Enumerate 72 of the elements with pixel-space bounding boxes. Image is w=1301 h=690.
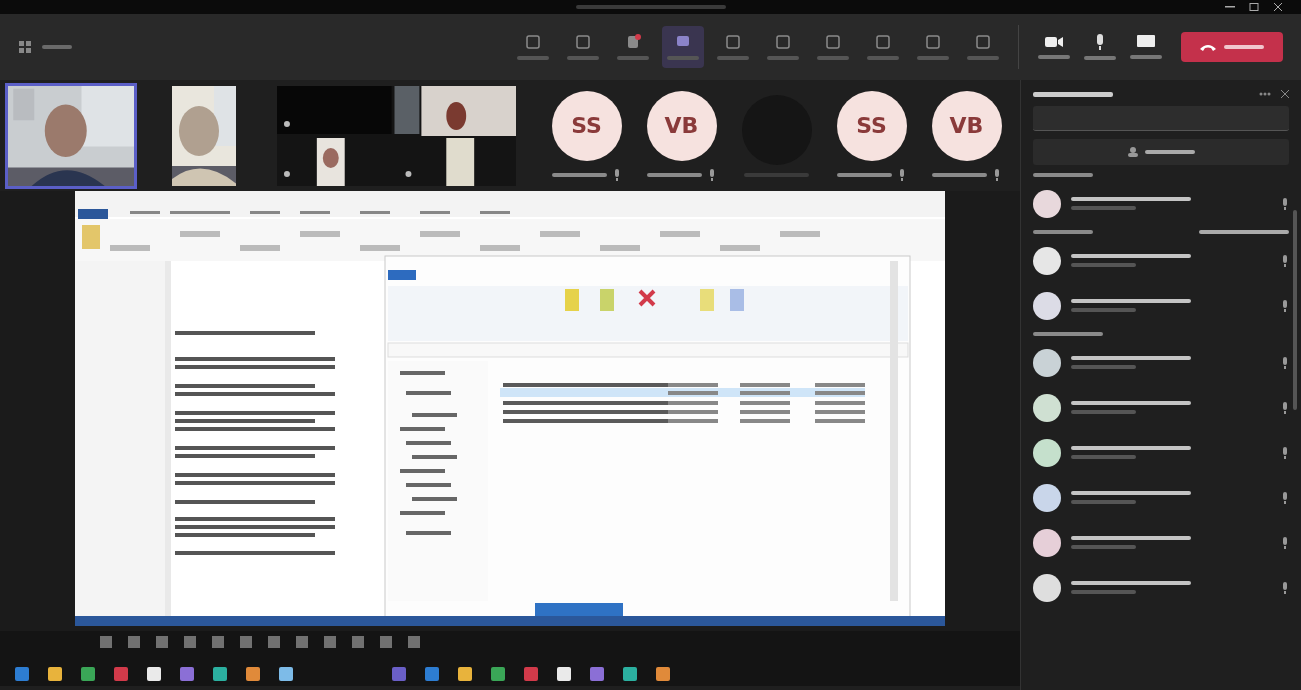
blurred-text	[1038, 55, 1070, 59]
share-invite-button[interactable]	[1033, 139, 1289, 165]
blurred-text	[837, 172, 892, 177]
blurred-text	[647, 172, 702, 177]
blurred-text	[617, 56, 649, 60]
share-screen-icon[interactable]	[1137, 35, 1155, 49]
microphone-icon	[1281, 401, 1289, 414]
microphone-icon	[613, 168, 621, 181]
blurred-text	[1071, 206, 1136, 210]
avatar-initials: SS	[571, 113, 602, 138]
toolbar-icon[interactable]	[725, 34, 741, 50]
maximize-icon[interactable]	[1249, 3, 1259, 11]
blurred-text	[1033, 332, 1103, 336]
phone-icon	[1200, 43, 1216, 51]
blurred-text	[867, 56, 899, 60]
toolbar-icon[interactable]	[825, 34, 841, 50]
camera-icon[interactable]	[1045, 35, 1063, 49]
blurred-text	[667, 56, 699, 60]
microphone-icon	[1281, 581, 1289, 594]
blurred-text	[1130, 55, 1162, 59]
microphone-icon	[708, 168, 716, 181]
leave-button[interactable]	[1181, 32, 1283, 62]
microphone-icon	[898, 168, 906, 181]
microphone-icon	[1281, 536, 1289, 549]
toolbar-icon[interactable]	[525, 34, 541, 50]
microphone-icon	[993, 168, 1001, 181]
blurred-text	[932, 172, 987, 177]
blurred-text	[967, 56, 999, 60]
blurred-text	[1071, 308, 1136, 312]
blurred-text	[567, 56, 599, 60]
blurred-text	[1071, 545, 1136, 549]
microphone-icon	[1281, 299, 1289, 312]
blurred-text	[1071, 410, 1136, 414]
microphone-icon[interactable]	[1094, 34, 1106, 50]
hand-icon[interactable]	[625, 34, 641, 50]
minimize-icon[interactable]	[1225, 3, 1235, 11]
microphone-icon	[1281, 254, 1289, 267]
more-icon[interactable]	[1259, 92, 1271, 96]
avatar-initials: VB	[664, 113, 699, 138]
blurred-text	[552, 172, 607, 177]
blurred-text	[817, 56, 849, 60]
microphone-icon	[1281, 356, 1289, 369]
toolbar-icon[interactable]	[575, 34, 591, 50]
blurred-text	[744, 172, 809, 177]
microphone-icon	[1281, 491, 1289, 504]
blurred-text	[917, 56, 949, 60]
grid-icon[interactable]	[18, 40, 32, 54]
toolbar-icon[interactable]	[925, 34, 941, 50]
blurred-text	[1033, 173, 1093, 177]
blurred-text	[767, 56, 799, 60]
toolbar-icon[interactable]	[875, 34, 891, 50]
avatar-initials: VB	[949, 113, 984, 138]
avatar-initials: SS	[856, 113, 887, 138]
search-field[interactable]	[1033, 106, 1289, 131]
blurred-text	[1071, 365, 1136, 369]
blurred-text	[1071, 263, 1136, 267]
scrollbar[interactable]	[1293, 210, 1297, 410]
blurred-text	[1071, 500, 1136, 504]
toolbar-icon[interactable]	[975, 34, 991, 50]
microphone-icon	[1281, 446, 1289, 459]
blurred-text	[1084, 56, 1116, 60]
microphone-icon	[1281, 197, 1289, 210]
blurred-text	[1071, 590, 1136, 594]
blurred-text	[1033, 230, 1093, 234]
blurred-text	[42, 45, 72, 49]
people-icon	[1127, 147, 1139, 157]
blurred-text	[1071, 455, 1136, 459]
toolbar-icon[interactable]	[775, 34, 791, 50]
close-icon[interactable]	[1273, 3, 1283, 11]
blurred-text	[717, 56, 749, 60]
blurred-text	[517, 56, 549, 60]
close-icon[interactable]	[1281, 90, 1289, 98]
